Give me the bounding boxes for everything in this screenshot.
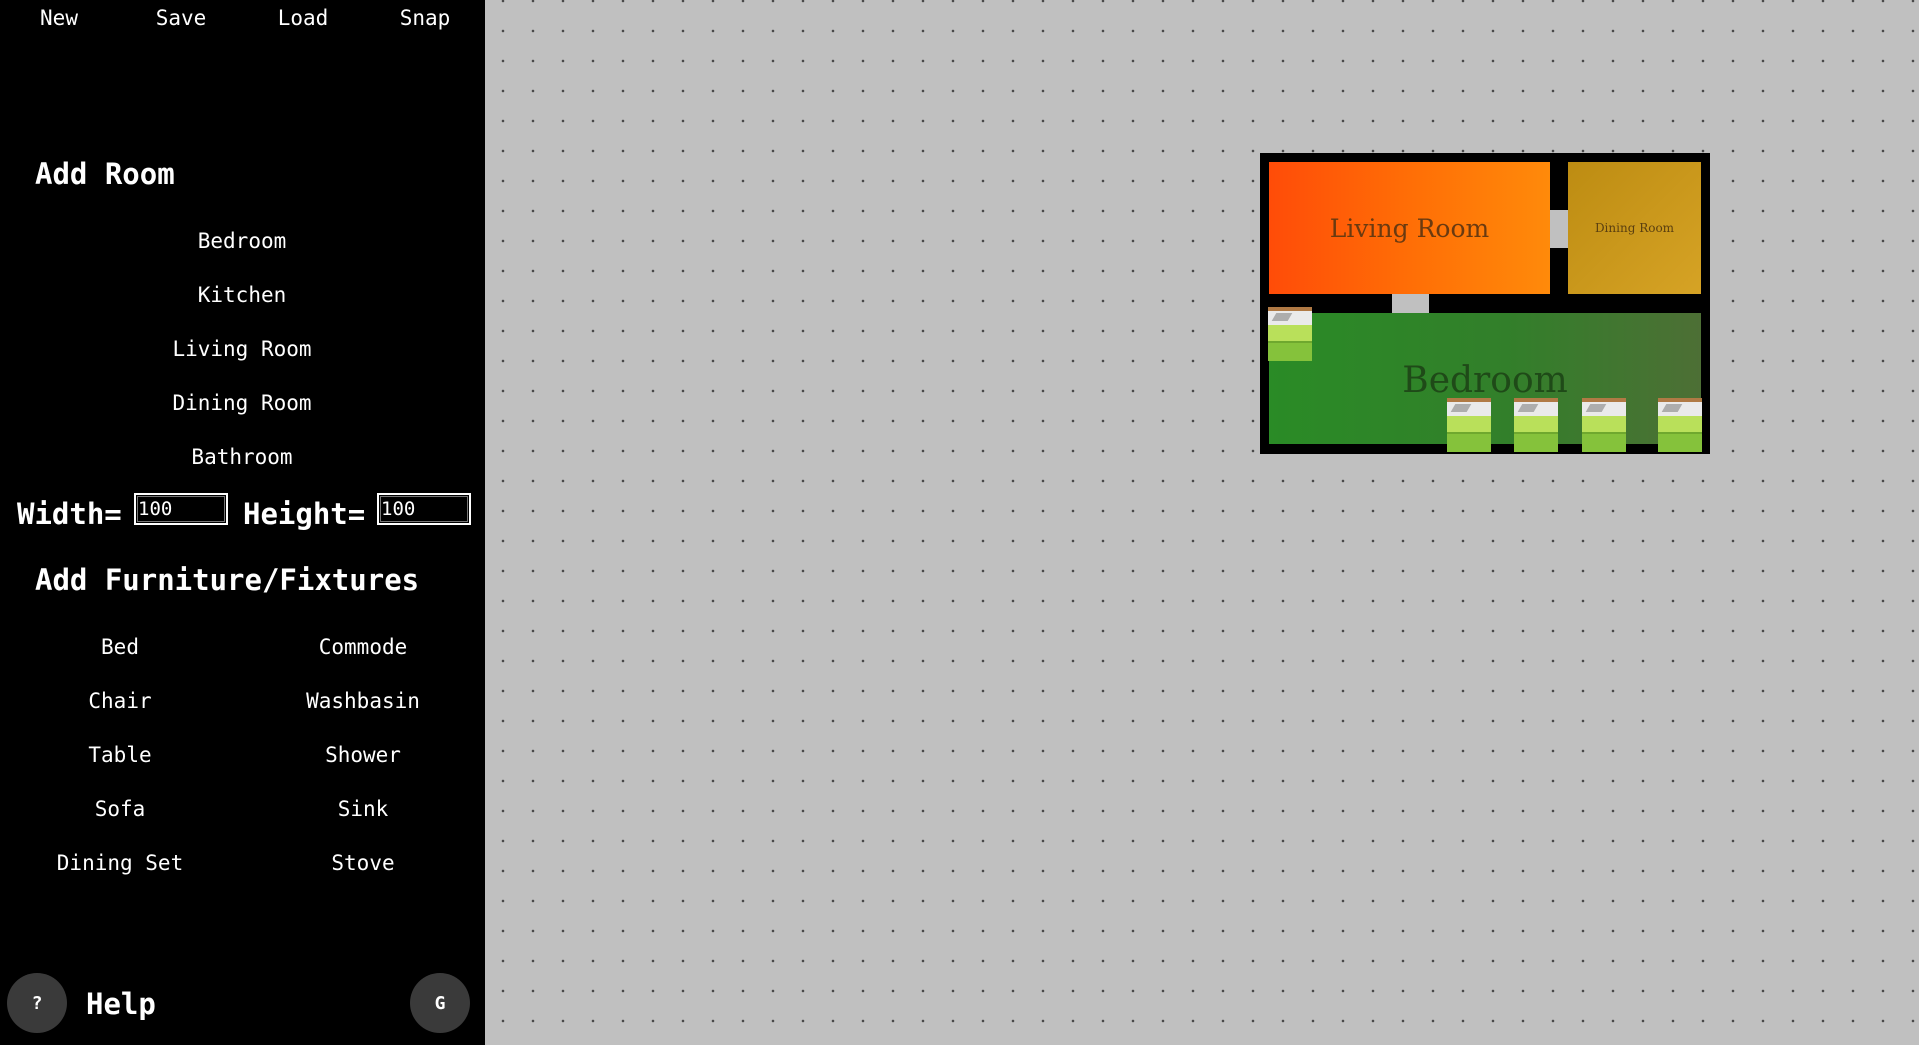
height-label: Height= — [243, 497, 366, 531]
add-furniture-title: Add Furniture/Fixtures — [35, 563, 420, 597]
add-bathroom-button[interactable]: Bathroom — [191, 445, 292, 469]
room-bedroom-label: Bedroom — [1402, 360, 1568, 401]
add-commode-button[interactable]: Commode — [319, 635, 408, 659]
doorway — [1392, 294, 1429, 313]
add-room-title: Add Room — [35, 157, 175, 191]
floorplan-canvas[interactable]: Living Room Dining Room Bedroom — [485, 0, 1919, 1045]
add-table-button[interactable]: Table — [88, 743, 151, 767]
doorway — [1550, 210, 1568, 248]
sidebar: New Save Load Snap Add Room Bedroom Kitc… — [0, 0, 485, 1045]
width-label: Width= — [17, 497, 122, 531]
load-button[interactable]: Load — [278, 6, 329, 30]
snap-button[interactable]: Snap — [400, 6, 451, 30]
new-button[interactable]: New — [40, 6, 78, 30]
help-label[interactable]: Help — [86, 987, 156, 1021]
add-bedroom-button[interactable]: Bedroom — [198, 229, 287, 253]
add-bed-button[interactable]: Bed — [101, 635, 139, 659]
save-button[interactable]: Save — [156, 6, 207, 30]
bed-furniture-icon[interactable] — [1582, 398, 1626, 452]
add-stove-button[interactable]: Stove — [331, 851, 394, 875]
add-sofa-button[interactable]: Sofa — [95, 797, 146, 821]
help-icon[interactable]: ? — [7, 973, 67, 1033]
room-living[interactable]: Living Room — [1269, 162, 1550, 294]
add-sink-button[interactable]: Sink — [338, 797, 389, 821]
add-living-room-button[interactable]: Living Room — [172, 337, 311, 361]
add-dining-room-button[interactable]: Dining Room — [172, 391, 311, 415]
add-shower-button[interactable]: Shower — [325, 743, 401, 767]
height-input[interactable] — [377, 493, 471, 525]
add-washbasin-button[interactable]: Washbasin — [306, 689, 420, 713]
bed-furniture-icon[interactable] — [1658, 398, 1702, 452]
width-input[interactable] — [134, 493, 228, 525]
grid-toggle-button[interactable]: G — [410, 973, 470, 1033]
bed-furniture-icon[interactable] — [1514, 398, 1558, 452]
house-outline: Living Room Dining Room Bedroom — [1260, 153, 1710, 454]
room-dining[interactable]: Dining Room — [1568, 162, 1701, 294]
bed-furniture-icon[interactable] — [1268, 307, 1312, 361]
add-chair-button[interactable]: Chair — [88, 689, 151, 713]
add-kitchen-button[interactable]: Kitchen — [198, 283, 287, 307]
room-dining-label: Dining Room — [1594, 221, 1675, 235]
add-dining-set-button[interactable]: Dining Set — [57, 851, 183, 875]
room-living-label: Living Room — [1329, 213, 1490, 243]
bed-furniture-icon[interactable] — [1447, 398, 1491, 452]
